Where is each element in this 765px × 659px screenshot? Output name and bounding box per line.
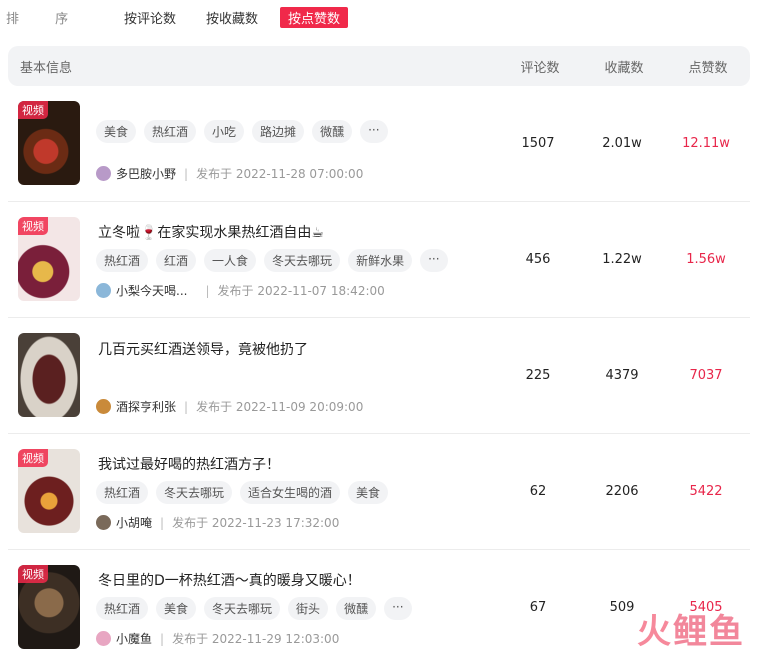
watermark-logo: 火鲤鱼 bbox=[637, 604, 745, 653]
comment-count: 67 bbox=[529, 600, 547, 615]
divider: | bbox=[160, 631, 165, 646]
avatar[interactable] bbox=[96, 515, 111, 530]
post-title[interactable]: 冬日里的D一杯热红酒～真的暖身又暖心！ bbox=[98, 570, 361, 590]
tag[interactable]: 冬天去哪玩 bbox=[264, 249, 341, 272]
tag[interactable]: 热红酒 bbox=[96, 481, 149, 504]
avatar[interactable] bbox=[96, 399, 111, 414]
comment-count: 1507 bbox=[521, 136, 555, 151]
ranking-page: 排 序 按评论数 按收藏数 按点赞数 基本信息 评论数 收藏数 点赞数 视频 美… bbox=[0, 0, 765, 659]
tag[interactable]: 冬天去哪玩 bbox=[156, 481, 233, 504]
tag-list: 热红酒 美食 冬天去哪玩 街头 微醺 ··· bbox=[96, 597, 412, 620]
publish-time: 发布于 2022-11-07 18:42:00 bbox=[217, 284, 385, 298]
sort-tab-comments[interactable]: 按评论数 bbox=[116, 7, 184, 28]
tag[interactable]: 微醺 bbox=[312, 120, 353, 143]
favorite-count: 1.22w bbox=[602, 252, 642, 267]
publish-time: 发布于 2022-11-28 07:00:00 bbox=[196, 167, 364, 181]
tag-list: 美食 热红酒 小吃 路边摊 微醺 ··· bbox=[96, 120, 388, 143]
tag[interactable]: 小吃 bbox=[204, 120, 245, 143]
tag[interactable]: 一人食 bbox=[204, 249, 257, 272]
like-count: 5422 bbox=[689, 484, 723, 499]
tag[interactable]: 微醺 bbox=[336, 597, 377, 620]
video-thumbnail[interactable]: 视频 bbox=[18, 217, 80, 301]
tag[interactable]: 热红酒 bbox=[144, 120, 197, 143]
sort-label: 排 序 bbox=[6, 11, 85, 27]
tag[interactable]: 街头 bbox=[288, 597, 329, 620]
tag[interactable]: 热红酒 bbox=[96, 249, 149, 272]
more-tags-button[interactable]: ··· bbox=[360, 120, 388, 143]
author-name[interactable]: 小魔鱼 bbox=[116, 630, 152, 647]
tag[interactable]: 冬天去哪玩 bbox=[204, 597, 281, 620]
divider: | bbox=[160, 515, 165, 530]
watermark-part2: 鲤鱼 bbox=[673, 612, 745, 652]
divider: | bbox=[205, 283, 210, 298]
tag-list: 热红酒 冬天去哪玩 适合女生喝的酒 美食 bbox=[96, 481, 389, 504]
author-line: 小胡唵 | 发布于 2022-11-23 17:32:00 bbox=[96, 514, 339, 531]
author-line: 小魔鱼 | 发布于 2022-11-29 12:03:00 bbox=[96, 630, 339, 647]
favorite-count: 2.01w bbox=[602, 136, 642, 151]
publish-time: 发布于 2022-11-23 17:32:00 bbox=[172, 516, 340, 530]
author-line: 酒探亨利张 | 发布于 2022-11-09 20:09:00 bbox=[96, 398, 363, 415]
video-thumbnail[interactable]: 视频 bbox=[18, 101, 80, 185]
like-count: 1.56w bbox=[686, 252, 726, 267]
post-title[interactable]: 几百元买红酒送领导，竟被他扔了 bbox=[98, 339, 308, 359]
video-badge: 视频 bbox=[18, 101, 48, 119]
author-line: 多巴胺小野 | 发布于 2022-11-28 07:00:00 bbox=[96, 165, 363, 182]
sort-tab-favorites[interactable]: 按收藏数 bbox=[198, 7, 266, 28]
tag[interactable]: 美食 bbox=[348, 481, 389, 504]
tag[interactable]: 新鲜水果 bbox=[348, 249, 413, 272]
post-title[interactable]: 我试过最好喝的热红酒方子！ bbox=[98, 454, 280, 474]
header-likes[interactable]: 点赞数 bbox=[666, 57, 750, 76]
author-line: 小梨今天喝... | 发布于 2022-11-07 18:42:00 bbox=[96, 282, 385, 299]
divider: | bbox=[184, 399, 189, 414]
header-info: 基本信息 bbox=[20, 60, 73, 76]
table-header: 基本信息 评论数 收藏数 点赞数 bbox=[8, 46, 750, 86]
avatar[interactable] bbox=[96, 283, 111, 298]
header-comments[interactable]: 评论数 bbox=[498, 57, 582, 76]
more-tags-button[interactable]: ··· bbox=[384, 597, 412, 620]
tag[interactable]: 美食 bbox=[96, 120, 137, 143]
sort-tab-likes[interactable]: 按点赞数 bbox=[280, 6, 349, 28]
publish-time: 发布于 2022-11-29 12:03:00 bbox=[172, 632, 340, 646]
favorite-count: 4379 bbox=[605, 368, 639, 383]
comment-count: 456 bbox=[525, 252, 551, 267]
like-count: 12.11w bbox=[682, 136, 730, 151]
video-thumbnail[interactable]: 视频 bbox=[18, 565, 80, 649]
watermark-part1: 火 bbox=[637, 612, 673, 652]
author-name[interactable]: 小梨今天喝... bbox=[116, 282, 187, 299]
like-count: 7037 bbox=[689, 368, 723, 383]
header-favorites[interactable]: 收藏数 bbox=[582, 57, 666, 76]
comment-count: 225 bbox=[525, 368, 551, 383]
tag[interactable]: 红酒 bbox=[156, 249, 197, 272]
table-row[interactable]: 视频 美食 热红酒 小吃 路边摊 微醺 ··· 多巴胺小野 | 发布于 2022… bbox=[8, 86, 750, 202]
tag[interactable]: 适合女生喝的酒 bbox=[240, 481, 341, 504]
publish-time: 发布于 2022-11-09 20:09:00 bbox=[196, 400, 364, 414]
more-tags-button[interactable]: ··· bbox=[420, 249, 448, 272]
post-title[interactable]: 立冬啦🍷在家实现水果热红酒自由☕ bbox=[98, 222, 324, 242]
tag[interactable]: 热红酒 bbox=[96, 597, 149, 620]
table-row[interactable]: 几百元买红酒送领导，竟被他扔了 酒探亨利张 | 发布于 2022-11-09 2… bbox=[8, 318, 750, 434]
sort-bar: 排 序 按评论数 按收藏数 按点赞数 bbox=[6, 6, 362, 28]
author-name[interactable]: 多巴胺小野 bbox=[116, 165, 176, 182]
video-badge: 视频 bbox=[18, 217, 48, 235]
avatar[interactable] bbox=[96, 166, 111, 181]
table-row[interactable]: 视频 立冬啦🍷在家实现水果热红酒自由☕ 热红酒 红酒 一人食 冬天去哪玩 新鲜水… bbox=[8, 202, 750, 318]
table-row[interactable]: 视频 我试过最好喝的热红酒方子！ 热红酒 冬天去哪玩 适合女生喝的酒 美食 小胡… bbox=[8, 434, 750, 550]
author-name[interactable]: 小胡唵 bbox=[116, 514, 152, 531]
video-badge: 视频 bbox=[18, 565, 48, 583]
divider: | bbox=[184, 166, 189, 181]
tag[interactable]: 路边摊 bbox=[252, 120, 305, 143]
tag-list: 热红酒 红酒 一人食 冬天去哪玩 新鲜水果 ··· bbox=[96, 249, 448, 272]
author-name[interactable]: 酒探亨利张 bbox=[116, 398, 176, 415]
tag[interactable]: 美食 bbox=[156, 597, 197, 620]
favorite-count: 2206 bbox=[605, 484, 639, 499]
video-badge: 视频 bbox=[18, 449, 48, 467]
avatar[interactable] bbox=[96, 631, 111, 646]
comment-count: 62 bbox=[529, 484, 547, 499]
post-thumbnail[interactable] bbox=[18, 333, 80, 417]
video-thumbnail[interactable]: 视频 bbox=[18, 449, 80, 533]
